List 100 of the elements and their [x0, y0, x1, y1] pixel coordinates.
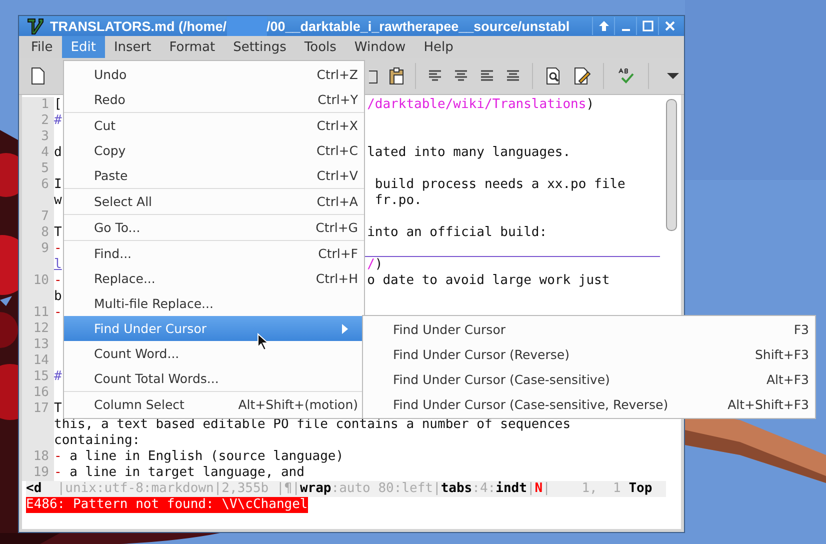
menu-item-label: Find Under Cursor	[94, 321, 208, 336]
line-number: 13	[22, 337, 54, 353]
menu-item[interactable]: Paste Ctrl+V	[64, 163, 364, 188]
code-text: a line in English (source language)	[68, 449, 344, 464]
menu-item-label: Find Under Cursor (Case-sensitive)	[393, 372, 611, 387]
menu-item-label: Go To...	[94, 220, 142, 235]
menu-item[interactable]: Window	[345, 36, 415, 58]
window-title: TRANSLATORS.md (/home/	[50, 18, 227, 34]
new-file-icon[interactable]	[30, 67, 46, 85]
code-text: #	[54, 113, 62, 128]
line-number: 3	[22, 129, 54, 145]
status-text: <d	[26, 481, 42, 497]
menu-item-label: Multi-file Replace...	[94, 296, 214, 311]
menu-item[interactable]: Count Word...	[64, 341, 364, 366]
maximize-icon	[642, 20, 654, 32]
paste-icon[interactable]	[389, 67, 405, 85]
menu-item-label: Find Under Cursor (Case-sensitive, Reverse)	[393, 397, 670, 412]
code-text: -	[54, 273, 62, 288]
shortcut-text: Ctrl+Y	[318, 92, 358, 107]
menu-item[interactable]: Format	[160, 36, 224, 58]
close-icon	[664, 20, 676, 32]
menu-item[interactable]: Copy Ctrl+C	[64, 138, 364, 163]
status-text: N	[534, 481, 543, 497]
line-number: 12	[22, 321, 54, 337]
code-text: )	[374, 257, 383, 272]
menu-item-label: Select All	[94, 194, 154, 209]
code-text: /	[367, 257, 375, 272]
menu-item[interactable]: Column Select Alt+Shift+(motion)	[64, 392, 364, 417]
menu-item[interactable]: Multi-file Replace...	[64, 291, 364, 316]
menu-item-label: Undo	[94, 67, 128, 82]
menu-item[interactable]: File	[22, 36, 62, 58]
menu-item[interactable]: Replace... Ctrl+H	[64, 266, 364, 291]
code-text: into an official build:	[367, 225, 548, 240]
menu-item-label: Replace...	[94, 271, 156, 286]
shortcut-text: Ctrl+H	[316, 271, 358, 286]
menu-item-label: Find Under Cursor	[393, 322, 506, 337]
menu-item-label: Count Word...	[94, 346, 180, 361]
code-text: w	[54, 193, 62, 208]
shortcut-text: Shift+F3	[754, 347, 809, 362]
code-text: b	[54, 289, 62, 304]
code-text: -	[54, 305, 62, 320]
line-number: 17	[22, 401, 54, 417]
menu-item[interactable]: Settings	[224, 36, 296, 58]
minimize-icon	[622, 28, 630, 30]
status-text: wrap	[300, 481, 332, 497]
code-text: T	[54, 401, 62, 416]
line-number: 11	[22, 305, 54, 321]
code-text: -	[54, 449, 62, 464]
dropdown-arrow-icon[interactable]	[667, 72, 679, 80]
menu-item[interactable]: Go To... Ctrl+G	[64, 215, 364, 240]
menu-item[interactable]: Select All Ctrl+A	[64, 189, 364, 214]
status-text: :4:	[472, 481, 496, 497]
menu-item[interactable]: Insert	[104, 36, 160, 58]
menu-item[interactable]: Count Total Words...	[64, 366, 364, 391]
shortcut-text: F3	[794, 322, 809, 337]
shortcut-text: Alt+F3	[766, 372, 809, 387]
status-text: indt	[496, 481, 527, 497]
menu-item[interactable]: Undo Ctrl+Z	[64, 62, 364, 87]
code-text: I	[54, 177, 62, 192]
line-number: 18	[22, 449, 54, 465]
menu-item-label: Paste	[94, 168, 129, 183]
status-text: | 1, 1	[542, 481, 622, 497]
code-text: containing:	[54, 433, 140, 448]
line-number: 2	[22, 113, 54, 129]
line-number: 16	[22, 385, 54, 401]
shortcut-text: Alt+Shift+(motion)	[238, 397, 358, 412]
line-number: 9	[22, 241, 54, 257]
menu-item[interactable]: Tools	[295, 36, 346, 58]
shortcut-text: Ctrl+Z	[316, 67, 358, 82]
code-text: lated into many languages.	[367, 145, 571, 160]
window-title: /00__darktable_i_rawtherapee__source/unstabl	[266, 18, 570, 34]
app-icon	[27, 18, 44, 34]
line-number: 1	[22, 97, 54, 113]
menu-item[interactable]: Help	[414, 36, 462, 58]
menu-item[interactable]: Find... Ctrl+F	[64, 241, 364, 266]
line-number: 6	[22, 177, 54, 193]
code-text: a line in target language, and	[68, 465, 304, 480]
spellcheck-icon[interactable]	[616, 68, 636, 84]
code-text: [	[54, 97, 62, 112]
mouse-pointer-icon	[257, 333, 269, 351]
align-icon[interactable]	[480, 69, 494, 83]
shortcut-text: Alt+Shift+F3	[728, 397, 809, 412]
align-icon[interactable]	[428, 69, 442, 83]
edit-document-icon[interactable]	[573, 67, 591, 85]
find-document-icon[interactable]	[545, 67, 561, 85]
menu-item[interactable]: Redo Ctrl+Y	[64, 87, 364, 112]
shortcut-text: Ctrl+V	[316, 168, 358, 183]
align-icon[interactable]	[454, 69, 468, 83]
line-number: 10	[22, 273, 54, 289]
line-number: 5	[22, 161, 54, 177]
status-text: :auto 80:left|	[331, 481, 441, 497]
line-number: 8	[22, 225, 54, 241]
menu-item[interactable]: Cut Ctrl+X	[64, 113, 364, 138]
align-icon[interactable]	[506, 69, 520, 83]
status-text: |unix:utf-8:markdown|2,355b |¶|	[56, 481, 300, 497]
line-number: 19	[22, 465, 54, 481]
shortcut-text: Ctrl+G	[316, 220, 358, 235]
status-text: Top	[628, 481, 652, 497]
scrollbar-thumb[interactable]	[666, 99, 677, 231]
code-text: o date to avoid large work just	[367, 273, 610, 288]
